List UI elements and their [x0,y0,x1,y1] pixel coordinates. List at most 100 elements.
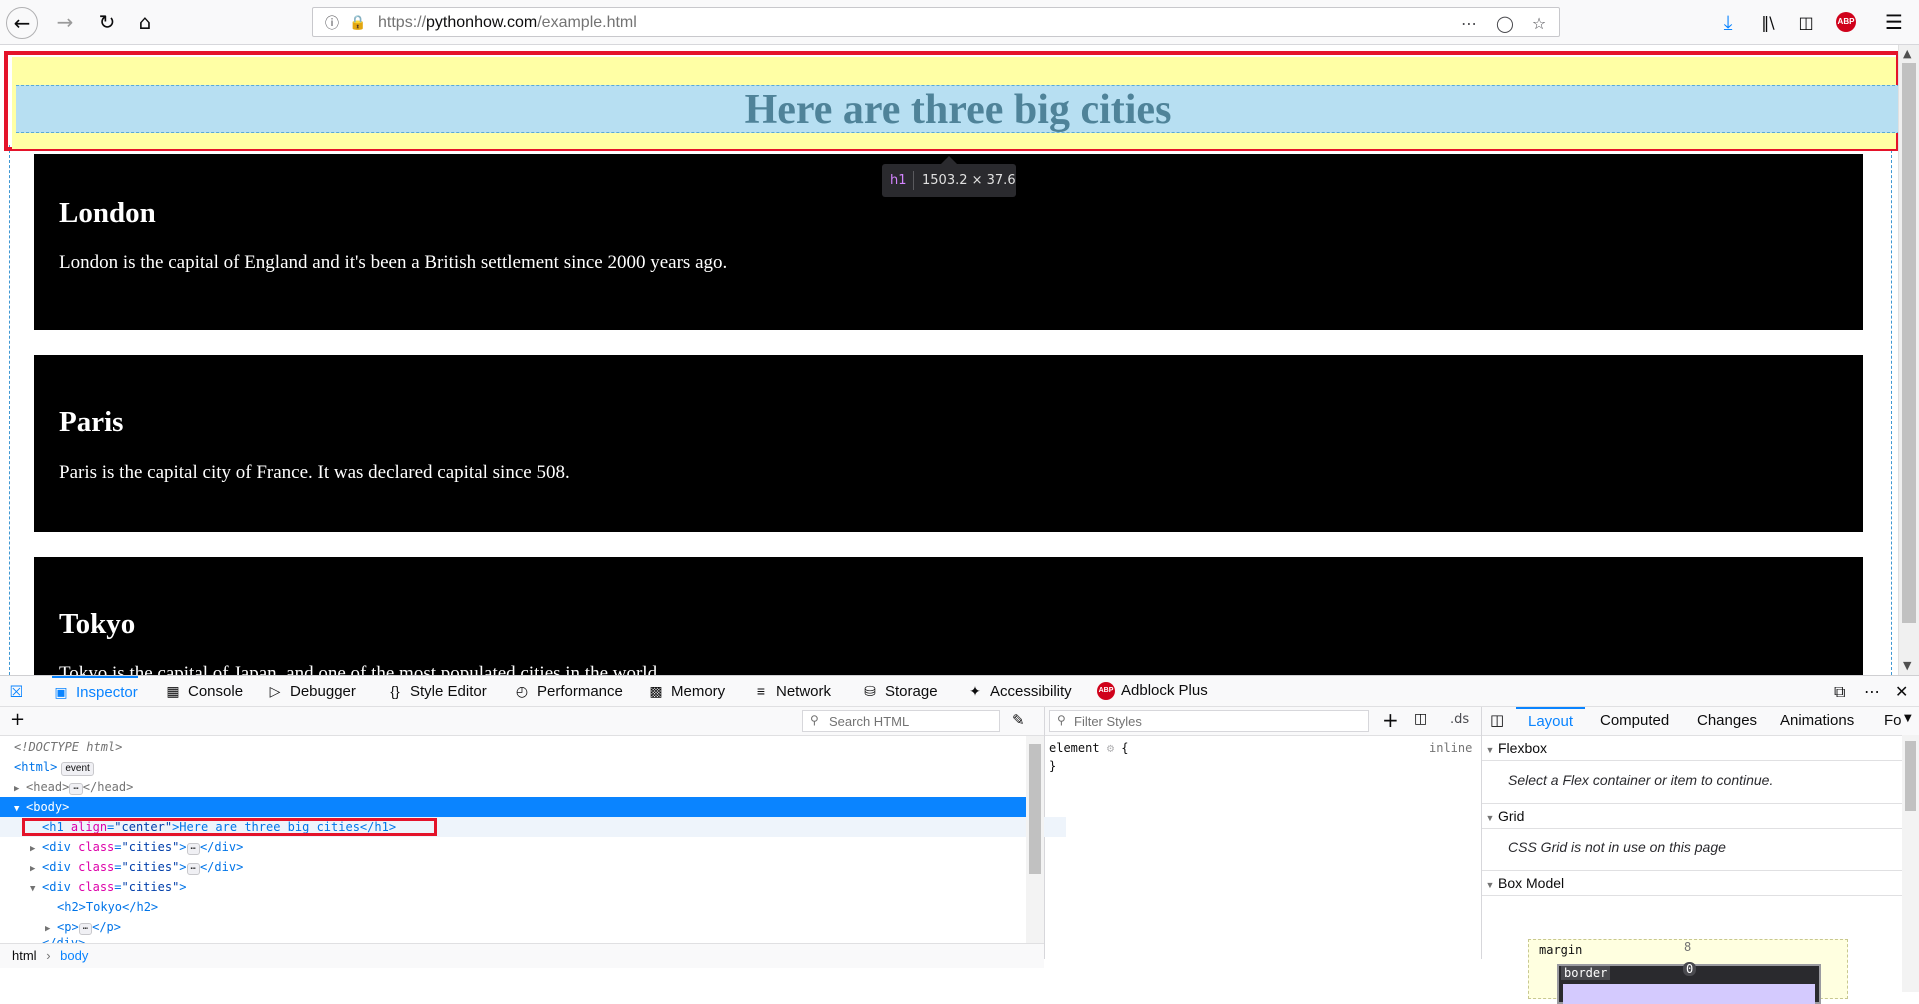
rule-source[interactable]: inline [1429,741,1472,755]
hamburger-icon: ☰ [1885,10,1903,34]
forward-button[interactable]: → [50,7,80,37]
class-toggle[interactable]: .ds [1450,712,1469,727]
collapsed-ellipsis[interactable]: ⋯ [69,783,83,795]
scrollbar-thumb[interactable] [1029,744,1041,874]
markup-scrollbar[interactable] [1026,736,1044,946]
expand-icon[interactable]: ▶ [30,859,42,879]
expand-icon[interactable]: ▶ [14,779,26,799]
box-model-padding[interactable] [1563,984,1815,1004]
close-icon[interactable]: ✕ [1895,682,1908,701]
breadcrumb-html[interactable]: html [12,948,37,963]
rules-view: ⚲ Filter Styles + ◫ .ds element ⚙ { } in… [1045,707,1482,959]
tab-style-editor[interactable]: {} Style Editor [386,676,486,706]
page-actions-icon[interactable]: ⋯ [1458,12,1480,34]
tree-node-div-cities[interactable]: ▶ <div class="cities"> ⋯ </div> [0,837,1054,857]
home-button[interactable]: ⌂ [130,7,160,37]
collapsed-ellipsis[interactable]: ⋯ [186,843,200,855]
tab-changes[interactable]: Changes [1697,707,1757,735]
scroll-down-icon[interactable]: ▼ [1903,659,1911,672]
flexbox-section-header[interactable]: ▼ Flexbox [1482,736,1902,761]
dock-icon[interactable]: ⧉ [1834,682,1845,702]
border-top-value[interactable]: 0 [1683,962,1697,976]
tree-node-html[interactable]: <html> event [0,757,1038,777]
collapsed-ellipsis[interactable]: ⋯ [186,863,200,875]
breadcrumb-body[interactable]: body [60,948,88,963]
add-rule-icon[interactable]: + [1382,708,1399,732]
tab-memory[interactable]: ▩ Memory [647,676,725,706]
city-card-tokyo: Tokyo Tokyo is the capital of Japan, and… [34,557,1863,675]
adblock-icon: ABP [1836,12,1856,32]
tab-debugger[interactable]: ▷ Debugger [266,676,356,706]
tab-computed[interactable]: Computed [1600,707,1669,735]
tab-performance[interactable]: ◴ Performance [513,676,623,706]
downloads-button[interactable]: ⤓ [1713,7,1743,37]
city-heading: Paris [59,406,124,438]
tree-node-div-cities-expanded[interactable]: ▼ <div class="cities"> [0,877,1054,897]
scrollbar-thumb[interactable] [1905,741,1916,811]
rule-element[interactable]: element ⚙ { [1049,741,1129,755]
tree-node-p[interactable]: ▶ <p> ⋯ </p> [0,917,1069,937]
page-scrollbar[interactable]: ▲ ▼ [1898,45,1919,675]
search-html-input[interactable]: ⚲ Search HTML [802,710,1000,732]
menu-button[interactable]: ☰ [1879,7,1909,37]
sidebar-button[interactable]: ◫ [1791,7,1821,37]
expand-icon[interactable]: ▶ [30,839,42,859]
pick-element-icon[interactable]: ⮽ [10,682,23,702]
tree-node-div-cities[interactable]: ▶ <div class="cities"> ⋯ </div> [0,857,1054,877]
filter-styles-input[interactable]: ⚲ Filter Styles [1049,710,1369,732]
adblock-button[interactable]: ABP [1831,7,1861,37]
tab-inspector[interactable]: ▣ Inspector [52,676,138,706]
tab-console[interactable]: ▦ Console [164,676,243,706]
collapse-icon[interactable]: ▼ [14,799,26,819]
tree-node-body[interactable]: ▼ <body> [0,797,1038,817]
box-model-border[interactable]: border 0 [1557,962,1821,1004]
event-badge[interactable]: event [61,762,94,776]
url-bar[interactable]: ⓘ 🔒 https://pythonhow.com/example.html ⋯… [312,7,1560,37]
eyedropper-icon[interactable]: ✎ [1012,711,1025,729]
breadcrumb: html › body [0,943,1044,968]
highlighter-guide-left [9,145,10,675]
devtools-tabbar: ⮽ ▣ Inspector ▦ Console ▷ Debugger {} Style … [0,676,1919,707]
lock-icon: 🔒 [349,15,367,31]
gear-icon[interactable]: ⚙ [1107,741,1114,755]
tab-animations[interactable]: Animations [1780,707,1854,735]
adblock-icon: ABP [1097,682,1115,701]
tree-node-head[interactable]: ▶ <head> ⋯ </head> [0,777,1038,797]
bookmark-star-icon[interactable]: ☆ [1528,12,1550,34]
sidebar-scrollbar[interactable] [1902,735,1919,992]
reload-icon: ↻ [98,10,116,34]
box-model-margin[interactable]: margin 8 border 0 [1528,939,1848,1004]
add-node-icon[interactable]: + [10,709,25,730]
box-model-section-header[interactable]: ▼ Box Model [1482,870,1902,896]
tab-fonts[interactable]: Fo [1884,707,1902,735]
tree-node-h2[interactable]: <h2>Tokyo</h2> [0,897,1081,917]
grid-section-header[interactable]: ▼ Grid [1482,803,1902,829]
chevron-down-icon[interactable]: ▼ [1904,713,1912,724]
library-button[interactable]: ‖\ [1753,7,1783,37]
scroll-up-icon[interactable]: ▲ [1903,47,1911,60]
arrow-left-icon: ← [13,11,31,35]
tab-adblock-plus[interactable]: ABP Adblock Plus [1097,676,1208,706]
tab-storage[interactable]: ⛁ Storage [861,676,937,706]
url-text[interactable]: https://pythonhow.com/example.html [378,14,637,32]
tab-network[interactable]: ≡ Network [752,676,831,706]
tab-accessibility[interactable]: ✦ Accessibility [966,676,1072,706]
reload-button[interactable]: ↻ [92,7,122,37]
back-button[interactable]: ← [6,7,38,39]
pseudo-class-icon[interactable]: ◫ [1414,711,1427,727]
tree-node-doctype[interactable]: <!DOCTYPE html> [0,737,1038,757]
more-options-icon[interactable]: ⋯ [1864,682,1880,701]
highlighter-guide-right [1891,145,1892,675]
collapse-icon[interactable]: ▼ [30,879,42,899]
collapsed-ellipsis[interactable]: ⋯ [78,923,93,935]
sidebar-tabbar: ◫ Layout Computed Changes Animations Fo … [1482,707,1919,736]
scrollbar-thumb[interactable] [1902,63,1916,623]
info-icon[interactable]: ⓘ [321,12,343,34]
pocket-icon[interactable]: ◯ [1494,12,1516,34]
gauge-icon: ◴ [515,683,529,699]
margin-top-value[interactable]: 8 [1684,940,1691,954]
city-heading: Tokyo [59,608,136,640]
tab-layout[interactable]: Layout [1516,707,1586,735]
toggle-sidebar-icon[interactable]: ◫ [1490,711,1504,729]
arrow-right-icon: → [56,10,74,34]
